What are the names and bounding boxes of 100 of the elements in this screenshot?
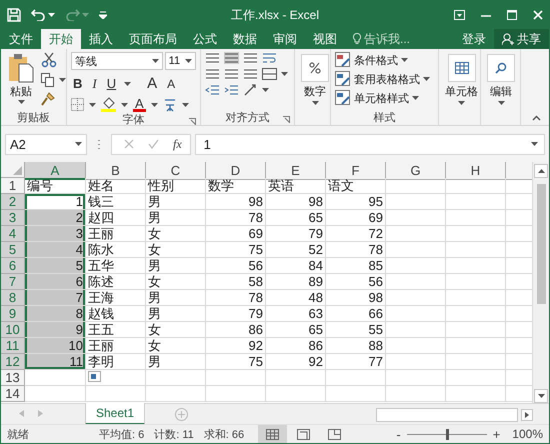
column-header[interactable]: E [266,162,326,180]
save-icon[interactable] [7,8,21,22]
borders-icon[interactable] [71,98,84,111]
phonetic-icon[interactable] [162,98,177,112]
column-header[interactable]: F [326,162,386,180]
ribbon-tab[interactable]: 公式 [185,29,225,49]
row-header[interactable]: 7 [1,274,25,290]
collapse-ribbon-icon[interactable] [532,115,541,121]
scroll-up-button[interactable] [534,164,548,178]
maximize-icon[interactable] [507,10,517,20]
zoom-out-button[interactable]: - [396,426,401,442]
column-header[interactable]: G [386,162,446,180]
row-header[interactable]: 4 [1,226,25,242]
row-header[interactable]: 13 [1,370,25,386]
row-header[interactable]: 12 [1,354,25,370]
table-cell [446,242,506,258]
ribbon-tab[interactable]: 视图 [305,29,345,49]
row-header[interactable]: 5 [1,242,25,258]
row-header[interactable]: 9 [1,306,25,322]
zoom-level: 100% [512,427,543,441]
align-left-icon[interactable] [205,68,220,80]
row-header[interactable]: 14 [1,386,25,402]
number-format-button[interactable]: 数字 [297,52,333,125]
share-button[interactable]: 共享 [494,29,549,49]
row-header[interactable]: 11 [1,338,25,354]
normal-view-button[interactable] [258,425,288,443]
ribbon-tab[interactable]: 开始 [41,29,81,49]
sign-in-link[interactable]: 登录 [454,29,494,49]
grid-icon [266,428,280,440]
table-cell [386,354,446,370]
align-center-icon[interactable] [224,68,239,80]
dialog-launcher-icon[interactable] [283,116,290,123]
row-header[interactable]: 3 [1,210,25,226]
table-cell: 98 [206,194,266,210]
table-cell [386,194,446,210]
undo-icon[interactable] [31,9,46,21]
zoom-in-button[interactable]: + [492,426,500,442]
column-header[interactable]: A [25,162,86,180]
search-icon [495,62,507,74]
cells-button[interactable]: 单元格 [441,52,482,125]
column-header[interactable]: H [446,162,506,180]
formula-field[interactable]: 1 [194,134,545,154]
italic-button[interactable]: I [90,76,99,92]
align-right-icon[interactable] [243,68,258,80]
caret-icon [150,102,158,106]
row-header[interactable]: 6 [1,258,25,274]
ribbon-tab[interactable]: 插入 [81,29,121,49]
font-name-dropdown[interactable]: 等线 [71,52,163,70]
cut-icon[interactable] [41,52,57,68]
ribbon-display-icon[interactable] [454,10,465,20]
name-box[interactable]: A2 [5,134,87,154]
table-cell: 66 [326,306,386,322]
editing-button[interactable]: 编辑 [483,52,519,125]
shrink-font-button[interactable]: A [165,76,178,90]
ribbon-tab[interactable]: 页面布局 [121,29,185,49]
styles-menu-button[interactable]: 单元格样式 [335,90,434,106]
row-header[interactable]: 8 [1,290,25,306]
wrap-text-icon[interactable] [262,52,277,64]
row-header[interactable]: 2 [1,194,25,210]
copy-icon[interactable] [41,73,55,87]
close-icon[interactable] [533,10,543,20]
column-header[interactable]: D [206,162,266,180]
ribbon-tab[interactable]: 审阅 [265,29,305,49]
scroll-down-button[interactable] [534,389,548,403]
table-cell: 钱三 [86,194,146,210]
scroll-right-icon[interactable] [521,409,533,421]
tell-me-field[interactable]: 告诉我... [364,29,420,49]
customize-icon[interactable] [99,11,107,19]
row-header[interactable]: 10 [1,322,25,338]
horizontal-scrollbar[interactable] [376,408,518,422]
underline-button[interactable]: U [104,76,118,91]
scrollbar-thumb[interactable] [536,184,546,304]
styles-menu-button[interactable]: 套用表格格式 [335,71,434,87]
merge-icon[interactable] [262,68,277,80]
ribbon-tab[interactable]: 文件 [1,29,41,49]
grow-font-button[interactable]: A [145,75,160,92]
font-size-dropdown[interactable]: 11 [164,52,196,70]
insert-function-button[interactable]: fx [173,136,182,152]
sheet-tab[interactable]: Sheet1 [85,403,146,425]
ribbon-tab[interactable]: 数据 [225,29,265,49]
font-color-button[interactable]: A [133,98,146,112]
caret-icon [152,59,159,63]
column-header[interactable]: B [86,162,146,180]
fill-color-icon[interactable] [101,97,116,112]
dialog-launcher-icon[interactable] [189,118,196,125]
caret-icon [182,102,189,106]
column-header[interactable]: C [146,162,206,180]
row-header[interactable]: 1 [1,178,25,194]
styles-menu-button[interactable]: 条件格式 [335,52,434,68]
increase-indent-icon[interactable] [224,84,239,96]
format-painter-icon[interactable] [41,92,55,106]
decrease-indent-icon[interactable] [205,84,220,96]
bottom-align-icon[interactable] [243,52,258,64]
orientation-icon[interactable] [243,84,258,96]
caret-icon [498,101,504,105]
paste-button[interactable]: 粘贴 [5,52,37,109]
top-align-icon[interactable] [205,52,220,64]
paste-options-icon[interactable] [88,371,101,382]
middle-align-icon[interactable] [224,52,239,64]
bold-button[interactable]: B [71,76,84,91]
